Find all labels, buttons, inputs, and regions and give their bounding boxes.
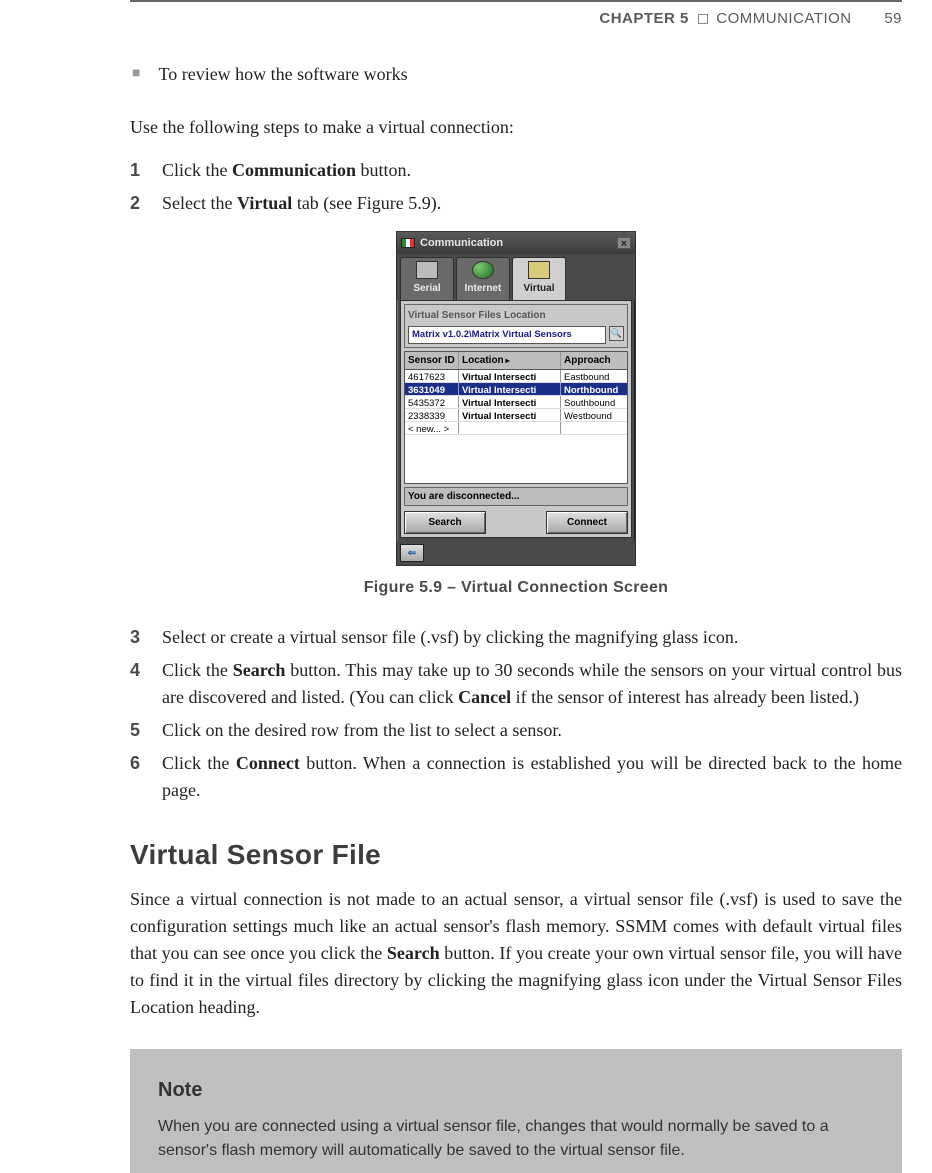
- bullet-text: To review how the software works: [158, 61, 407, 88]
- intro-paragraph: Use the following steps to make a virtua…: [130, 114, 902, 141]
- tab-strip: Serial Internet Virtual: [397, 254, 635, 300]
- note-box: Note When you are connected using a virt…: [130, 1049, 902, 1173]
- search-button[interactable]: Search: [404, 511, 486, 534]
- col-approach[interactable]: Approach: [561, 352, 627, 369]
- app-flag-icon: [401, 238, 415, 248]
- step-number: 6: [130, 750, 144, 804]
- section-label: COMMUNICATION: [716, 10, 851, 27]
- sensor-table: Sensor ID Location▸ Approach 4617623Virt…: [404, 351, 628, 484]
- note-title: Note: [158, 1075, 874, 1105]
- path-input[interactable]: Matrix v1.0.2\Matrix Virtual Sensors: [408, 326, 606, 344]
- figure-caption: Figure 5.9 – Virtual Connection Screen: [130, 576, 902, 600]
- step-text: Click on the desired row from the list t…: [162, 717, 902, 744]
- step-text: Click the Connect button. When a connect…: [162, 750, 902, 804]
- table-row[interactable]: 3631049Virtual IntersectiNorthbound: [405, 383, 627, 396]
- tab-virtual[interactable]: Virtual: [512, 257, 566, 300]
- page-number: 59: [884, 10, 902, 27]
- section-heading: Virtual Sensor File: [130, 834, 902, 876]
- globe-icon: [472, 261, 494, 279]
- step-number: 4: [130, 657, 144, 711]
- file-location-group: Virtual Sensor Files Location Matrix v1.…: [404, 304, 628, 348]
- group-title: Virtual Sensor Files Location: [408, 308, 624, 323]
- communication-window: Communication × Serial Internet Virtual …: [396, 231, 636, 567]
- sort-arrow-icon: ▸: [506, 356, 510, 365]
- step-number: 5: [130, 717, 144, 744]
- table-row[interactable]: 4617623Virtual IntersectiEastbound: [405, 370, 627, 383]
- connect-button[interactable]: Connect: [546, 511, 628, 534]
- chapter-label: CHAPTER 5: [599, 10, 689, 27]
- page-header: CHAPTER 5 COMMUNICATION 59: [130, 0, 902, 31]
- back-button[interactable]: ⇐: [400, 544, 424, 562]
- steps-list-2: 3 Select or create a virtual sensor file…: [130, 624, 902, 804]
- review-bullet-list: ■ To review how the software works: [132, 61, 902, 88]
- status-text: You are disconnected...: [404, 487, 628, 506]
- table-row[interactable]: 2338339Virtual IntersectiWestbound: [405, 409, 627, 422]
- step-number: 1: [130, 157, 144, 184]
- tab-internet[interactable]: Internet: [456, 257, 510, 300]
- table-row[interactable]: 5435372Virtual IntersectiSouthbound: [405, 396, 627, 409]
- header-divider-icon: [698, 14, 708, 24]
- figure-5-9: Communication × Serial Internet Virtual …: [130, 231, 902, 567]
- step-text: Select the Virtual tab (see Figure 5.9).: [162, 190, 902, 217]
- table-empty-area: [405, 435, 627, 483]
- col-sensor-id[interactable]: Sensor ID: [405, 352, 459, 369]
- step-text: Click the Communication button.: [162, 157, 902, 184]
- folder-icon: [528, 261, 550, 279]
- bullet-icon: ■: [132, 61, 140, 87]
- tab-serial[interactable]: Serial: [400, 257, 454, 300]
- note-body: When you are connected using a virtual s…: [158, 1115, 874, 1163]
- window-title: Communication: [420, 235, 503, 252]
- close-button[interactable]: ×: [617, 237, 631, 249]
- step-text: Select or create a virtual sensor file (…: [162, 624, 902, 651]
- steps-list-1: 1 Click the Communication button. 2 Sele…: [130, 157, 902, 217]
- tab-body: Virtual Sensor Files Location Matrix v1.…: [400, 300, 632, 538]
- step-number: 3: [130, 624, 144, 651]
- step-text: Click the Search button. This may take u…: [162, 657, 902, 711]
- table-header: Sensor ID Location▸ Approach: [405, 352, 627, 370]
- magnify-button[interactable]: 🔍: [609, 326, 624, 341]
- col-location[interactable]: Location▸: [459, 352, 561, 369]
- window-bottombar: ⇐: [397, 541, 635, 565]
- window-titlebar: Communication ×: [397, 232, 635, 255]
- table-row[interactable]: < new... >: [405, 422, 627, 435]
- section-paragraph: Since a virtual connection is not made t…: [130, 886, 902, 1021]
- serial-port-icon: [416, 261, 438, 279]
- step-number: 2: [130, 190, 144, 217]
- back-arrow-icon: ⇐: [408, 546, 416, 561]
